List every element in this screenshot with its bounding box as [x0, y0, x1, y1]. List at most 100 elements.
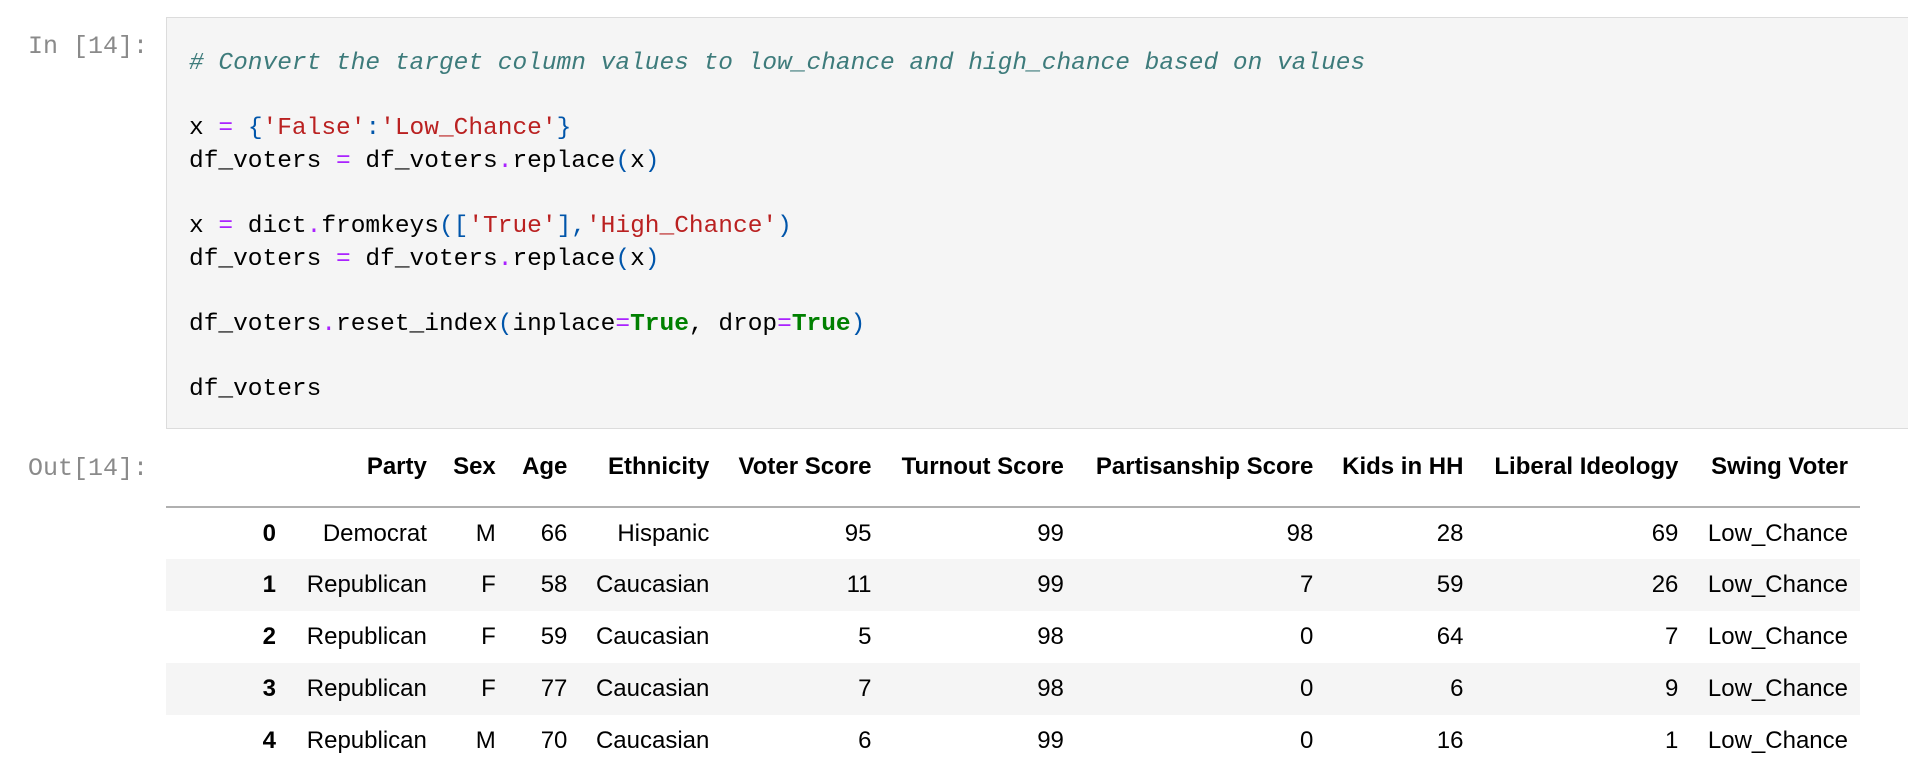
table-cell: Low_Chance [1707, 623, 1848, 650]
table-cell: Caucasian [595, 571, 710, 598]
code-line-1: x = {'False':'Low_Chance'} [189, 113, 1365, 146]
code-operator: = [336, 147, 351, 175]
column-header: Sex [438, 428, 508, 508]
code-token: x [189, 115, 204, 143]
table-cell: 0 [1299, 675, 1314, 702]
table-cell: 9 [1665, 675, 1679, 702]
code-token: replace [512, 245, 616, 273]
column-header: Swing Voter [1690, 428, 1860, 508]
code-line-6: df_voters [189, 374, 1365, 407]
table-cell: 26 [1651, 571, 1679, 598]
table-row: 3 Republican F 77 Caucasian 7 98 0 6 9 L… [166, 663, 1860, 715]
code-punct: ( [497, 310, 513, 338]
table-cell: 99 [1037, 727, 1064, 754]
table-row: 1 Republican F 58 Caucasian 11 99 7 59 2… [166, 559, 1860, 611]
code-token: df_voters [350, 245, 498, 273]
code-punct: ( [615, 245, 631, 273]
code-punct: ) [644, 245, 660, 273]
code-line-2: df_voters = df_voters.replace(x) [189, 146, 1365, 179]
table-cell: Caucasian [595, 623, 710, 650]
table-row: 4 Republican M 70 Caucasian 6 99 0 16 1 … [166, 715, 1860, 762]
table-cell: Hispanic [617, 519, 710, 547]
code-token: df_voters [189, 375, 322, 403]
code-line-3: x = dict.fromkeys(['True'],'High_Chance'… [189, 211, 1365, 244]
output-area: Party Sex Age Ethnicity Voter Score Turn… [166, 428, 1866, 762]
code-operator: . [497, 245, 513, 273]
table-cell: Low_Chance [1707, 675, 1848, 702]
output-prompt: Out[14]: [28, 454, 149, 483]
table-cell: 7 [1665, 623, 1679, 650]
code-punct: ) [777, 212, 792, 240]
table-row: 2 Republican F 59 Caucasian 5 98 0 64 7 … [166, 611, 1860, 663]
code-token: df_voters [189, 147, 337, 175]
code-operator: . [306, 212, 322, 240]
table-cell: 16 [1436, 727, 1464, 754]
table-header-row: Party Sex Age Ethnicity Voter Score Turn… [166, 428, 1860, 508]
code-operator: = [615, 310, 631, 338]
table-cell: 6 [1450, 675, 1464, 702]
code-token: df_voters [350, 147, 498, 175]
code-line-4: df_voters = df_voters.replace(x) [189, 244, 1365, 277]
dataframe-table: Party Sex Age Ethnicity Voter Score Turn… [166, 428, 1860, 762]
table-cell: 11 [846, 571, 872, 598]
column-header: Age [507, 428, 580, 508]
table-cell: Republican [306, 675, 427, 702]
code-punct: { [247, 115, 263, 143]
code-operator: . [321, 310, 337, 338]
table-row: 0 Democrat M 66 Hispanic 95 99 98 28 69 … [166, 507, 1860, 559]
code-token: x [630, 245, 645, 273]
code-operator: = [218, 212, 234, 240]
column-header: Liberal Ideology [1475, 428, 1691, 508]
code-operator: . [497, 147, 513, 175]
table-cell: 58 [540, 571, 568, 598]
table-cell: Republican [306, 727, 427, 754]
table-cell: 70 [540, 727, 568, 754]
column-header: Turnout Score [883, 428, 1076, 508]
table-cell: 95 [844, 519, 872, 547]
code-token: df_voters [189, 245, 337, 273]
table-cell: 7 [858, 675, 872, 702]
code-operator: = [777, 310, 792, 338]
table-cell: Low_Chance [1707, 571, 1848, 598]
table-cell: Democrat [322, 519, 427, 547]
table-cell: 6 [858, 727, 872, 754]
table-cell: F [481, 571, 496, 598]
table-cell: 77 [540, 675, 568, 702]
table-cell: 59 [540, 623, 568, 650]
table-cell: Republican [306, 571, 427, 598]
code-token: reset_index [336, 310, 498, 338]
code-punct: , [571, 212, 586, 240]
table-cell: 98 [1037, 623, 1064, 650]
input-prompt: In [14]: [28, 32, 149, 61]
row-index: 3 [262, 675, 276, 702]
table-cell: 66 [540, 519, 568, 547]
code-token: inplace [512, 310, 616, 338]
code-token: replace [512, 147, 616, 175]
code-token: x [630, 147, 645, 175]
column-header: Partisanship Score [1075, 428, 1326, 508]
table-cell: 69 [1651, 519, 1679, 547]
code-token: dict [233, 212, 307, 240]
code-string: 'High_Chance' [585, 212, 778, 240]
row-index: 4 [262, 727, 276, 754]
code-punct: } [556, 115, 572, 143]
code-operator: = [218, 115, 234, 143]
table-cell: 28 [1436, 519, 1464, 547]
code-punct: ) [850, 310, 866, 338]
table-cell: 99 [1037, 571, 1064, 598]
table-cell: M [475, 727, 496, 754]
row-index: 0 [262, 519, 276, 547]
code-comment: # Convert the target column values to lo… [189, 50, 1366, 77]
code-punct: : [365, 115, 381, 143]
code-token: drop [718, 310, 778, 338]
column-header: Voter Score [721, 428, 884, 508]
column-header: Kids in HH [1325, 428, 1476, 508]
code-editor[interactable]: # Convert the target column values to lo… [189, 48, 1365, 407]
code-cell[interactable]: # Convert the target column values to lo… [166, 17, 1908, 429]
table-cell: Low_Chance [1707, 727, 1848, 754]
table-cell: 1 [1665, 727, 1679, 754]
